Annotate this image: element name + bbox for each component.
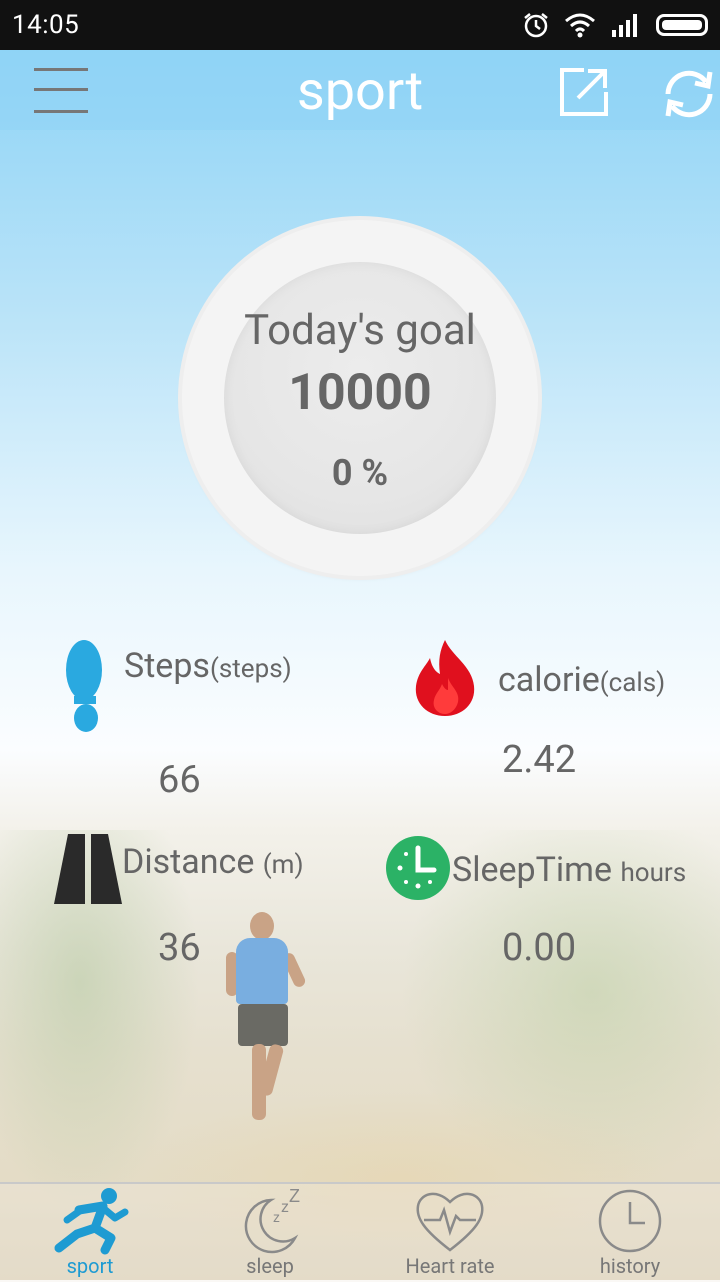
sleeptime-label: SleepTime hours — [452, 850, 686, 890]
moon-icon: z z Z — [244, 1186, 300, 1254]
steps-label: Steps(steps) — [124, 646, 292, 686]
nav-item-sleep[interactable]: z z Z sleep — [180, 1184, 360, 1282]
nav-item-sport[interactable]: sport — [0, 1184, 180, 1282]
alarm-icon — [524, 13, 548, 38]
status-icons — [522, 11, 708, 39]
sleeptime-unit: hours — [620, 858, 687, 888]
sync-icon[interactable] — [658, 64, 720, 124]
svg-text:z: z — [281, 1199, 289, 1216]
distance-label-text: Distance — [122, 842, 263, 882]
road-icon — [54, 834, 122, 904]
bottom-nav: sport z z Z sleep Heart rate history — [0, 1182, 720, 1282]
heart-icon — [416, 1192, 484, 1252]
calorie-label: calorie(cals) — [498, 660, 665, 700]
goal-label: Today's goal — [244, 306, 476, 355]
runner-figure — [222, 912, 308, 1122]
app-bar: sport — [0, 50, 720, 130]
sleeptime-value: 0.00 — [502, 926, 577, 970]
svg-text:z: z — [273, 1209, 280, 1225]
signal-icon — [612, 14, 637, 37]
sleeptime-label-text: SleepTime — [452, 850, 621, 890]
nav-label-sport: sport — [66, 1254, 114, 1278]
svg-text:Z: Z — [289, 1186, 300, 1206]
distance-label: Distance (m) — [122, 842, 304, 882]
nav-label-history: history — [599, 1254, 661, 1278]
goal-value: 10000 — [288, 364, 432, 422]
calorie-label-text: calorie — [498, 660, 600, 700]
status-time: 14:05 — [12, 10, 80, 40]
steps-unit: (steps) — [209, 654, 292, 684]
steps-value: 66 — [158, 758, 201, 802]
history-clock-icon — [598, 1189, 662, 1253]
nav-label-heart-rate: Heart rate — [405, 1254, 495, 1278]
status-bar: 14:05 — [0, 0, 720, 50]
flame-icon — [415, 640, 475, 716]
nav-item-history[interactable]: history — [540, 1184, 720, 1282]
nav-label-sleep: sleep — [246, 1254, 294, 1278]
steps-label-text: Steps — [124, 646, 210, 686]
wifi-icon — [565, 13, 595, 38]
goal-percent: 0 % — [331, 452, 389, 494]
distance-unit: (m) — [262, 850, 304, 880]
footprint-icon — [66, 640, 102, 732]
calorie-unit: (cals) — [599, 668, 666, 698]
goal-circle: Today's goal 10000 0 % — [182, 220, 538, 576]
page-title: sport — [296, 60, 424, 123]
runner-icon — [54, 1188, 129, 1255]
battery-icon — [656, 14, 708, 36]
distance-value: 36 — [158, 926, 201, 970]
nav-item-heart-rate[interactable]: Heart rate — [360, 1184, 540, 1282]
share-icon[interactable] — [556, 64, 612, 120]
calorie-value: 2.42 — [502, 738, 577, 782]
clock-icon — [386, 836, 450, 900]
